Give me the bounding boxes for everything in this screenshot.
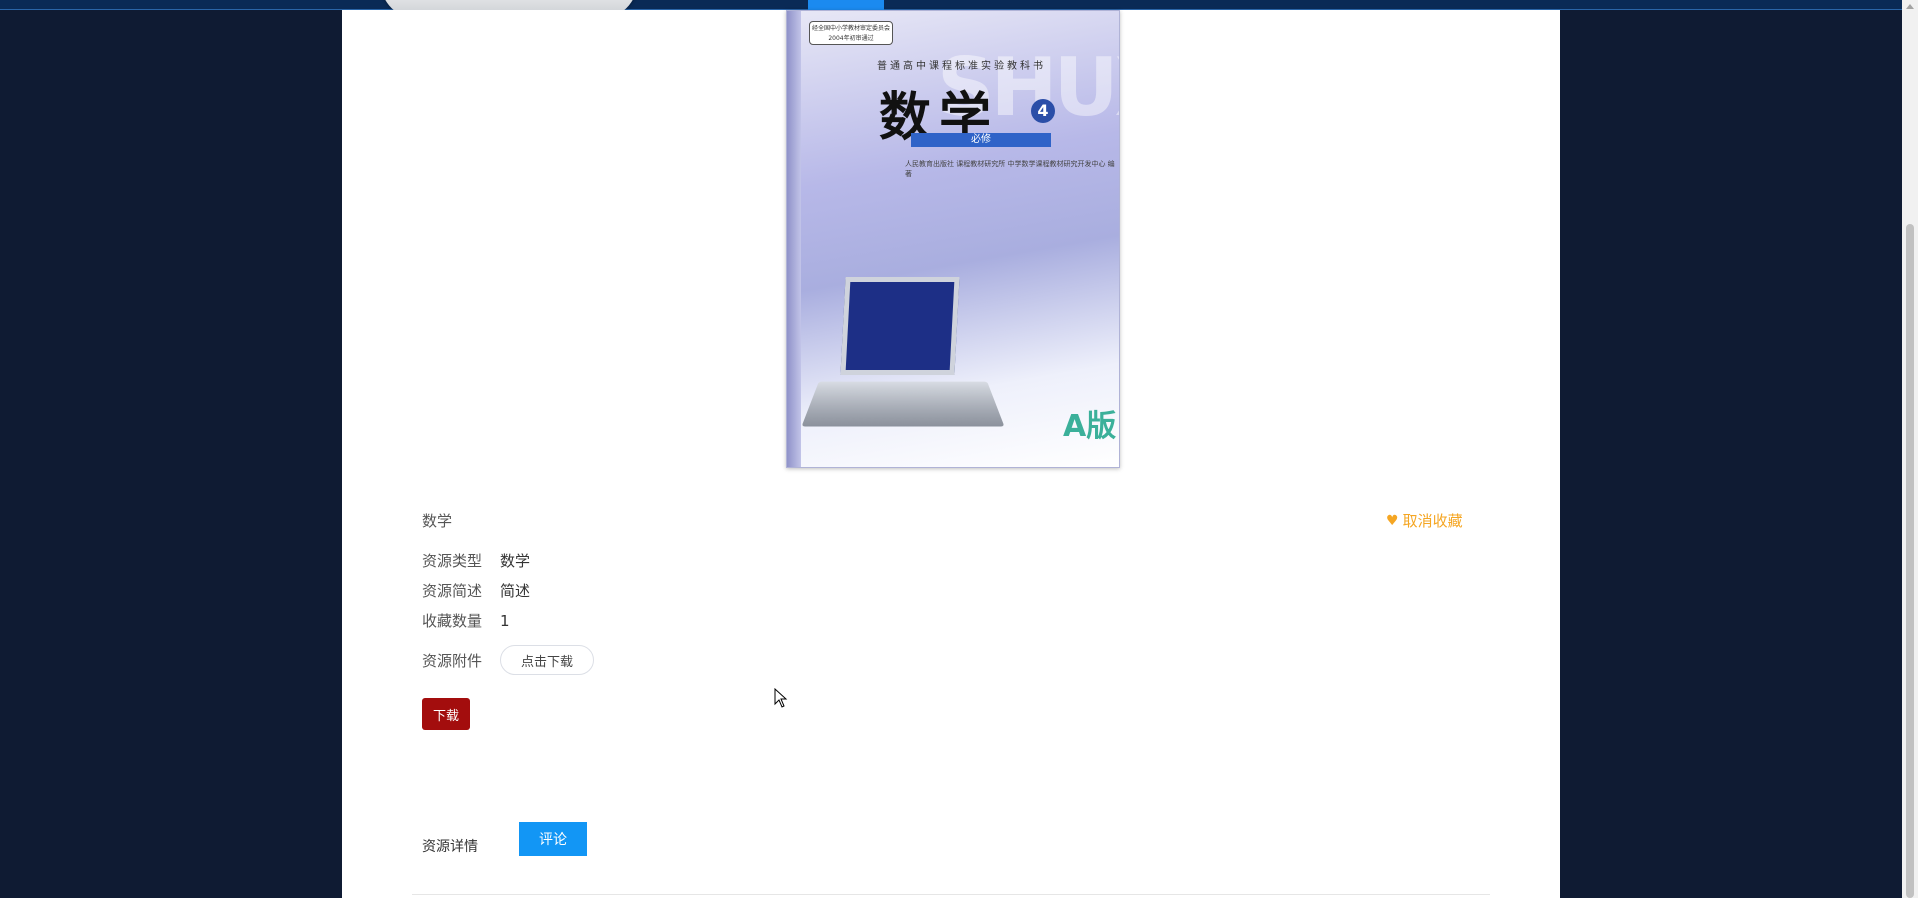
cover-volume: 4 <box>1031 99 1055 123</box>
cover-publisher: 人民教育出版社 课程教材研究所 中学数学课程教材研究开发中心 编著 <box>905 160 1115 178</box>
meta-label: 收藏数量 <box>422 612 483 630</box>
mouse-cursor-icon <box>774 688 788 708</box>
tab-divider <box>412 894 1490 895</box>
scroll-up-arrow-icon[interactable] <box>1906 4 1914 9</box>
heart-icon: ♥ <box>1386 512 1399 529</box>
unfavorite-label: 取消收藏 <box>1402 512 1463 530</box>
meta-value: 简述 <box>500 582 531 600</box>
meta-value: 1 <box>500 611 510 630</box>
tab-resource-detail[interactable]: 资源详情 <box>422 830 478 864</box>
scrollbar-thumb[interactable] <box>1906 224 1914 898</box>
meta-row-type: 资源类型 数学 <box>422 550 530 571</box>
meta-label: 资源附件 <box>422 651 483 670</box>
meta-row-attachment: 资源附件 点击下载 <box>422 645 595 675</box>
meta-label: 资源类型 <box>422 552 483 570</box>
cover-spine <box>787 11 801 467</box>
cover-series: 普通高中课程标准实验教科书 <box>877 61 1046 72</box>
top-navbar <box>0 0 1902 20</box>
laptop-illustration-base <box>801 381 1005 427</box>
cover-edition: A版 <box>1063 409 1117 444</box>
main-content: 经全国中小学教材审定委员会 2004年初审通过 SHUXUE 普通高中课程标准实… <box>342 10 1560 898</box>
nav-active-indicator <box>808 0 884 10</box>
meta-row-favorites: 收藏数量 1 <box>422 610 510 631</box>
cover-subtitle: 必修 <box>911 133 1051 147</box>
meta-row-description: 资源简述 简述 <box>422 580 530 601</box>
cover-badge: 经全国中小学教材审定委员会 2004年初审通过 <box>809 21 893 45</box>
meta-value: 数学 <box>500 552 531 570</box>
laptop-illustration-screen <box>840 277 960 375</box>
page-scrollbar[interactable] <box>1902 0 1918 898</box>
unfavorite-button[interactable]: ♥ 取消收藏 <box>1386 510 1463 531</box>
tab-comment[interactable]: 评论 <box>519 822 587 856</box>
resource-title: 数学 <box>422 512 453 530</box>
attachment-download-button[interactable]: 点击下载 <box>500 645 595 675</box>
download-button[interactable]: 下载 <box>422 698 470 730</box>
book-cover-image: 经全国中小学教材审定委员会 2004年初审通过 SHUXUE 普通高中课程标准实… <box>786 10 1120 468</box>
meta-label: 资源简述 <box>422 582 483 600</box>
